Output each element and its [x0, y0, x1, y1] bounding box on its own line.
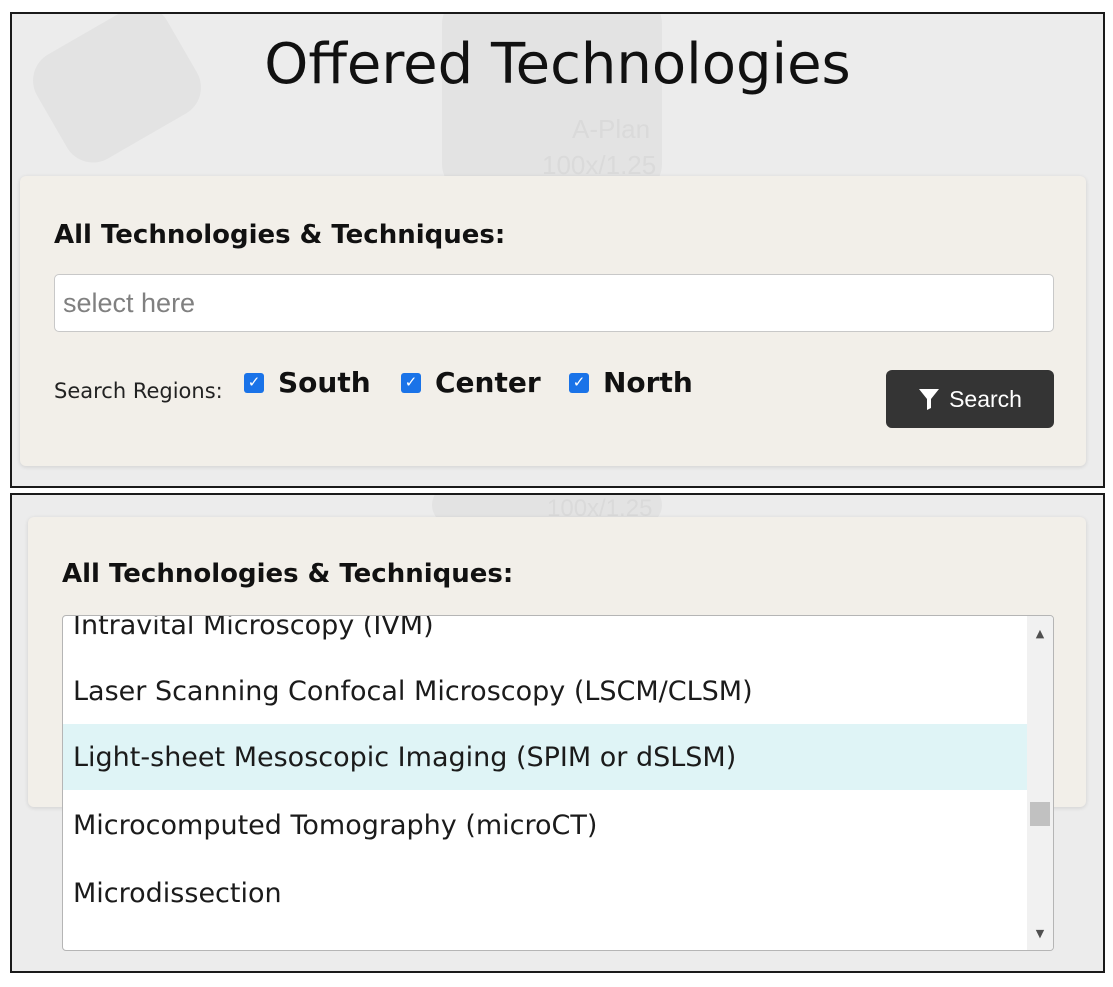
region-center[interactable]: ✓ Center	[401, 366, 541, 399]
south-checkbox[interactable]: ✓	[244, 372, 264, 393]
search-regions-label: Search Regions:	[54, 379, 223, 403]
list-item-highlighted[interactable]: Light-sheet Mesoscopic Imaging (SPIM or …	[63, 724, 1027, 790]
technology-dropdown-list[interactable]: Intravital Microscopy (IVM) Laser Scanni…	[62, 615, 1054, 951]
funnel-icon	[919, 389, 940, 410]
list-item[interactable]: Intravital Microscopy (IVM)	[63, 616, 1027, 658]
region-north[interactable]: ✓ North	[569, 366, 693, 399]
technologies-label: All Technologies & Techniques:	[62, 559, 514, 589]
page-title: Offered Technologies	[264, 32, 851, 97]
south-label: South	[278, 366, 371, 399]
list-item[interactable]: Laser Scanning Confocal Microscopy (LSCM…	[63, 658, 1027, 724]
search-button[interactable]: Search	[886, 370, 1054, 428]
list-item[interactable]: Microdissection	[63, 860, 1027, 926]
scroll-up-arrow-icon[interactable]: ▲	[1027, 622, 1053, 644]
scroll-thumb[interactable]	[1030, 802, 1050, 826]
north-checkbox[interactable]: ✓	[569, 372, 589, 393]
technology-search-card: All Technologies & Techniques: Search Re…	[20, 176, 1086, 466]
north-label: North	[603, 366, 693, 399]
dropdown-scrollbar[interactable]: ▲ ▼	[1027, 616, 1053, 950]
technologies-label: All Technologies & Techniques:	[54, 220, 506, 250]
technology-select-input[interactable]	[54, 274, 1054, 332]
center-checkbox[interactable]: ✓	[401, 372, 421, 393]
center-label: Center	[435, 366, 541, 399]
dropdown-panel: 100x/1.25 All Technologies & Techniques:…	[10, 493, 1105, 973]
search-panel: A-Plan 100x/1.25 Offered Technologies Al…	[10, 12, 1105, 488]
region-south[interactable]: ✓ South	[244, 366, 371, 399]
list-item[interactable]: Microcomputed Tomography (microCT)	[63, 792, 1027, 858]
scroll-down-arrow-icon[interactable]: ▼	[1027, 922, 1053, 944]
search-button-label: Search	[949, 385, 1022, 412]
